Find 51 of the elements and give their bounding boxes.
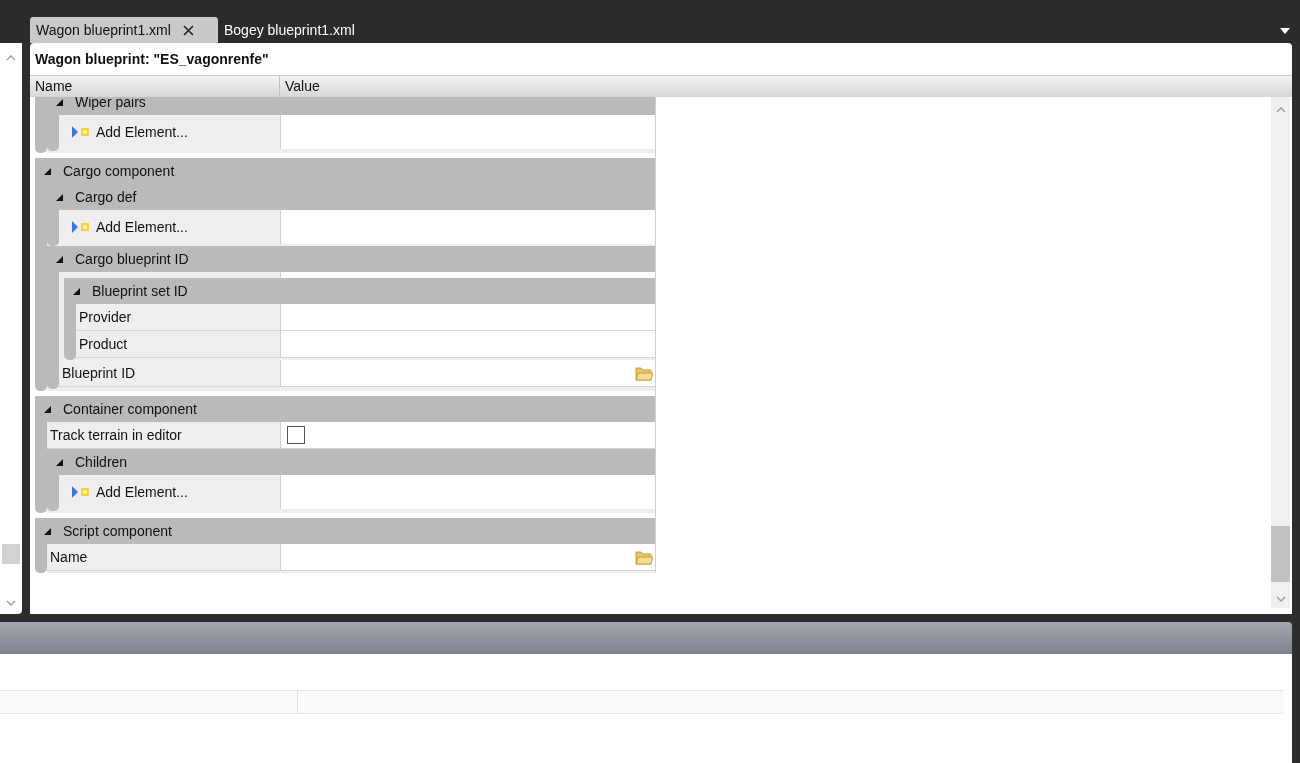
group-header[interactable]: Container component	[35, 396, 655, 422]
value-cell[interactable]	[280, 304, 655, 330]
scrollbar-thumb[interactable]	[1271, 526, 1290, 582]
tab[interactable]: Wagon blueprint1.xml	[30, 17, 218, 43]
add-element-label[interactable]: Add Element...	[96, 121, 188, 143]
expanded-triangle-icon[interactable]	[56, 255, 63, 263]
group-header[interactable]: Wiper pairs	[47, 97, 655, 115]
scrollbar-thumb[interactable]	[2, 544, 20, 564]
group-header[interactable]: Cargo blueprint ID	[47, 246, 655, 272]
scroll-down-icon[interactable]	[1275, 596, 1286, 602]
group-header[interactable]: Cargo def	[47, 184, 655, 210]
group-header[interactable]: Blueprint set ID	[64, 278, 655, 304]
scroll-up-icon[interactable]	[1275, 107, 1286, 113]
scroll-up-icon[interactable]	[6, 55, 16, 61]
group-label[interactable]: Cargo component	[63, 160, 175, 182]
group-header[interactable]: Cargo component	[35, 158, 655, 184]
close-icon[interactable]	[182, 24, 194, 36]
folder-icon[interactable]	[635, 549, 653, 565]
add-element-icon[interactable]	[72, 126, 92, 138]
value-cell[interactable]	[280, 544, 655, 570]
add-element-icon[interactable]	[72, 486, 92, 498]
group-header[interactable]: Script component	[35, 518, 655, 544]
group-label[interactable]: Container component	[63, 398, 197, 420]
value-cell[interactable]	[280, 422, 655, 448]
add-element-icon[interactable]	[72, 221, 92, 233]
group-label[interactable]: Cargo def	[75, 186, 137, 208]
scroll-down-icon[interactable]	[6, 600, 16, 606]
group-label[interactable]: Blueprint set ID	[92, 280, 188, 302]
group-label[interactable]: Wiper pairs	[75, 97, 146, 113]
expanded-triangle-icon[interactable]	[44, 405, 51, 413]
group-bar	[35, 544, 47, 573]
group-label[interactable]: Cargo blueprint ID	[75, 248, 189, 270]
tab-list-dropdown-icon[interactable]	[1280, 28, 1290, 34]
expanded-triangle-icon[interactable]	[56, 98, 63, 106]
column-header[interactable]: Value	[280, 76, 1292, 97]
add-element-label[interactable]: Add Element...	[96, 481, 188, 503]
group-label[interactable]: Script component	[63, 520, 172, 542]
value-cell[interactable]	[280, 331, 655, 357]
folder-icon[interactable]	[635, 365, 653, 381]
tab[interactable]: Bogey blueprint1.xml	[218, 17, 361, 43]
expanded-triangle-icon[interactable]	[56, 193, 63, 201]
group-label[interactable]: Children	[75, 451, 128, 473]
group-header[interactable]: Children	[47, 449, 655, 475]
checkbox[interactable]	[287, 426, 305, 444]
expanded-triangle-icon[interactable]	[73, 287, 80, 295]
expanded-triangle-icon[interactable]	[44, 167, 51, 175]
expanded-triangle-icon[interactable]	[56, 458, 63, 466]
expanded-triangle-icon[interactable]	[44, 527, 51, 535]
add-element-label[interactable]: Add Element...	[96, 216, 188, 238]
group-bar	[64, 304, 76, 360]
value-cell[interactable]	[280, 360, 655, 386]
